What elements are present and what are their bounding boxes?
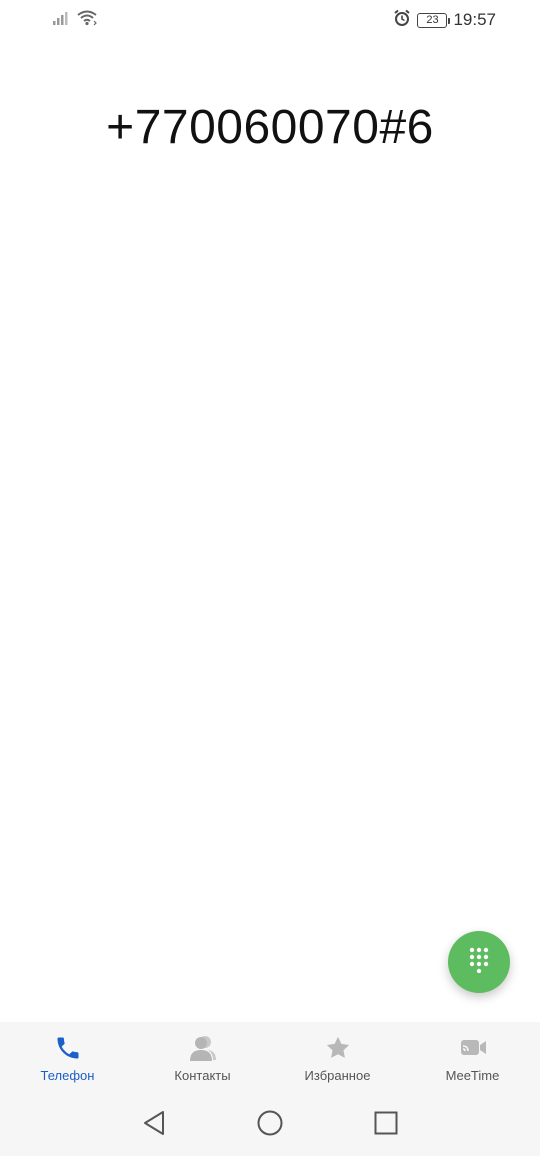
signal-icon bbox=[52, 10, 70, 31]
dialpad-icon bbox=[468, 947, 490, 978]
tab-contacts-label: Контакты bbox=[174, 1068, 231, 1083]
battery-icon: 23 bbox=[417, 12, 451, 28]
tab-meetime-label: MeeTime bbox=[445, 1068, 500, 1083]
back-button[interactable] bbox=[136, 1107, 172, 1143]
dialpad-button[interactable] bbox=[448, 931, 510, 993]
status-bar: 23 19:57 bbox=[0, 0, 540, 40]
recents-icon bbox=[373, 1110, 399, 1141]
contacts-icon bbox=[188, 1034, 218, 1062]
tab-phone[interactable]: Телефон bbox=[0, 1022, 135, 1094]
tab-meetime[interactable]: MeeTime bbox=[405, 1022, 540, 1094]
home-button[interactable] bbox=[252, 1107, 288, 1143]
navigation-bar bbox=[0, 1094, 540, 1156]
battery-level: 23 bbox=[426, 13, 439, 26]
dialed-number[interactable]: +770060070#6 bbox=[0, 100, 540, 155]
bottom-tab-bar: Телефон Контакты Избранное MeeTime bbox=[0, 1022, 540, 1094]
home-icon bbox=[256, 1109, 284, 1142]
status-time: 19:57 bbox=[453, 10, 496, 29]
video-call-icon bbox=[458, 1034, 488, 1062]
tab-contacts[interactable]: Контакты bbox=[135, 1022, 270, 1094]
status-right: 23 19:57 bbox=[393, 9, 496, 32]
tab-phone-label: Телефон bbox=[40, 1068, 95, 1083]
alarm-icon bbox=[393, 9, 411, 32]
star-icon bbox=[324, 1034, 352, 1062]
tab-favorites-label: Избранное bbox=[304, 1068, 371, 1083]
tab-favorites[interactable]: Избранное bbox=[270, 1022, 405, 1094]
phone-screen: 23 19:57 +770060070#6 Телефон Контакты И… bbox=[0, 0, 540, 1156]
phone-icon bbox=[54, 1034, 82, 1062]
back-icon bbox=[141, 1109, 167, 1142]
status-left bbox=[52, 9, 98, 31]
wifi-icon bbox=[76, 9, 98, 31]
recents-button[interactable] bbox=[368, 1107, 404, 1143]
